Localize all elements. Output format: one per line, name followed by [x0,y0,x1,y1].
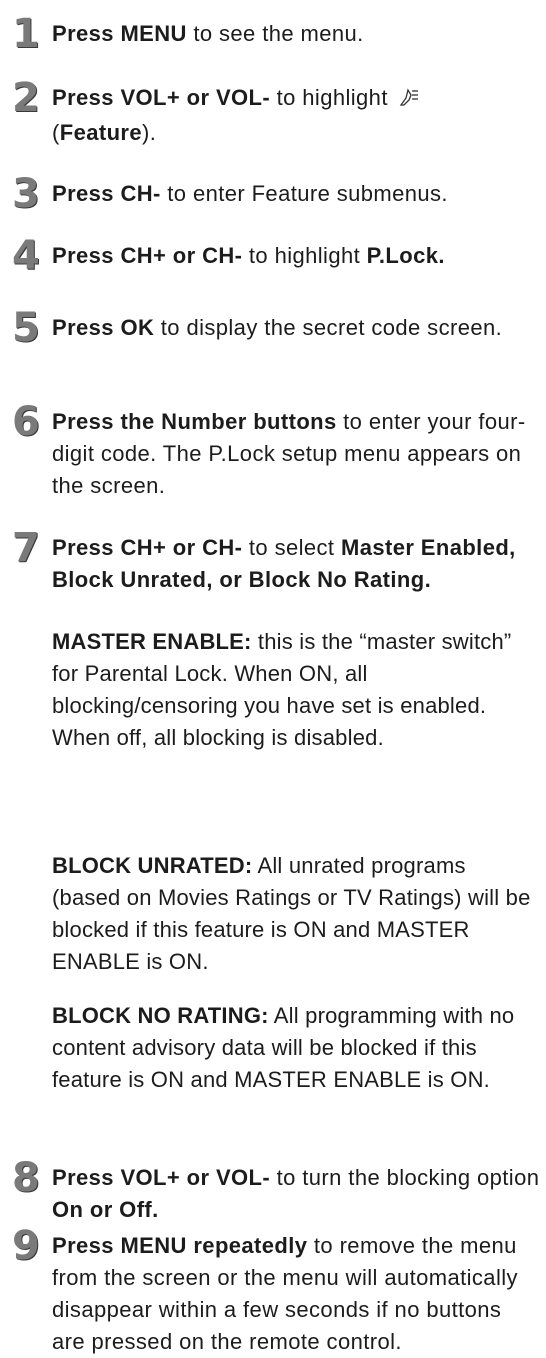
step-action: Press VOL+ or VOL- [52,85,271,110]
paren-close: ). [142,120,157,145]
step-detail: to turn the blocking option [270,1165,540,1190]
step-text: Press MENU repeatedly to remove the menu… [52,1230,540,1358]
step-action: Press the Number buttons [52,409,337,434]
option-label: MASTER ENABLE: [52,629,252,654]
step-number: 5 [12,305,40,351]
option-label: BLOCK NO RATING: [52,1003,269,1028]
step-number: 9 [12,1223,40,1269]
on-off-label: On or Off. [52,1197,159,1222]
step-text: Press CH+ or CH- to select Master Enable… [52,532,540,596]
option-block-unrated: BLOCK UNRATED: All unrated programs (bas… [52,850,540,978]
step-detail: to display the secret code screen. [154,315,503,340]
step-text: Press the Number buttons to enter your f… [52,406,540,502]
step-number: 8 [12,1155,40,1201]
step-detail: to select [242,535,341,560]
option-master-enable: MASTER ENABLE: this is the “master switc… [52,626,540,754]
plock-label: P.Lock. [366,243,445,268]
step-text: Press MENU to see the menu. [52,18,540,50]
step-number: 2 [12,75,40,121]
step-detail: to see the menu. [186,21,364,46]
feature-label: Feature [59,120,143,145]
step-text: Press OK to display the secret code scre… [52,312,540,344]
step-action: Press CH+ or CH- [52,243,243,268]
step-detail: to highlight [242,243,367,268]
step-number: 1 [12,11,40,57]
step-number: 6 [12,399,40,445]
step-detail: to enter Feature submenus. [160,181,448,206]
step-text: Press CH+ or CH- to highlight P.Lock. [52,240,540,272]
step-number: 3 [12,171,40,217]
step-action: Press MENU [52,21,187,46]
step-detail: to highlight [270,85,395,110]
feature-icon [398,85,420,117]
step-text: Press CH- to enter Feature submenus. [52,178,540,210]
step-action: Press CH- [52,181,161,206]
step-action: Press VOL+ or VOL- [52,1165,271,1190]
step-action: Press OK [52,315,155,340]
step-number: 7 [12,525,40,571]
paren-open: ( [52,120,60,145]
step-text: Press VOL+ or VOL- to highlight (Feature… [52,82,540,149]
step-action: Press CH+ or CH- [52,535,243,560]
step-text: Press VOL+ or VOL- to turn the blocking … [52,1162,540,1226]
option-block-no-rating: BLOCK NO RATING: All programming with no… [52,1000,540,1096]
step-action: Press MENU repeatedly [52,1233,308,1258]
step-number: 4 [12,233,40,279]
option-label: BLOCK UNRATED: [52,853,253,878]
